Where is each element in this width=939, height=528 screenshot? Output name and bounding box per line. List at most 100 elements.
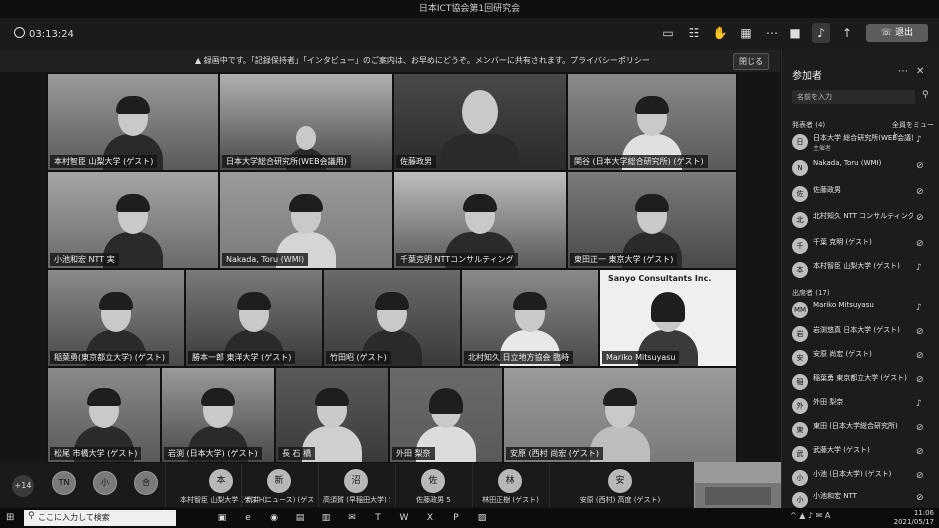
video-tile[interactable]: Sanyo Consultants Inc. Mariko Mitsuyasu: [599, 269, 737, 367]
participant-item[interactable]: 佐佐藤政男 ⊘: [792, 184, 932, 204]
participant-chip[interactable]: 合: [134, 471, 158, 495]
participant-tile-small[interactable]: 佐佐藤政男 5: [395, 463, 471, 507]
video-tile[interactable]: 関谷 (日本大学総合研究所) (ゲスト): [567, 73, 737, 171]
more-icon[interactable]: ⋯: [898, 66, 916, 77]
mic-icon[interactable]: ♪: [812, 23, 830, 43]
participants-icon[interactable]: ☷: [686, 25, 702, 41]
video-tile[interactable]: 本村智臣 山梨大学 (ゲスト): [47, 73, 219, 171]
participant-chip[interactable]: TN: [52, 471, 76, 495]
video-tile[interactable]: 外田 梨奈: [389, 367, 503, 463]
participant-tile-small[interactable]: 安安原 (西村) 高度 (ゲスト): [549, 463, 690, 507]
avatar: 安: [792, 350, 808, 366]
avatar: 北: [792, 212, 808, 228]
teams-icon[interactable]: T: [371, 511, 385, 525]
avatar: 稲: [792, 374, 808, 390]
avatar: 小: [792, 470, 808, 486]
participant-name: 日本大学 総合研究所(WEB会議): [813, 134, 913, 142]
taskbar-search-input[interactable]: ここに入力して検索: [24, 510, 176, 526]
windows-start-icon[interactable]: ⊞: [6, 512, 18, 524]
participant-chip[interactable]: 小: [93, 471, 117, 495]
participant-name: 武藤大学 (ゲスト): [813, 446, 870, 454]
participant-search-input[interactable]: 名前を入力: [792, 90, 915, 104]
participant-item[interactable]: N Nakada, Toru (WMI) ⊘: [792, 158, 932, 178]
participant-item[interactable]: 東東田 (日本大学総合研究所) ⊘: [792, 420, 932, 440]
add-person-icon[interactable]: ⚲: [922, 90, 929, 100]
edge-icon[interactable]: e: [241, 511, 255, 525]
participant-item[interactable]: 本本村智臣 山梨大学 (ゲスト) ♪: [792, 260, 932, 280]
participant-name: 外田 梨奈: [813, 398, 844, 406]
video-tile[interactable]: 安原 (西村 尚宏 (ゲスト): [503, 367, 737, 463]
video-tile[interactable]: 小池和宏 NTT 実: [47, 171, 219, 269]
photos-icon[interactable]: ▨: [475, 511, 489, 525]
attendees-section-header[interactable]: 出席者 (17): [792, 288, 830, 298]
mic-off-icon: ⊘: [916, 213, 924, 223]
participant-name: 北村知久 NTT コンサルティング: [813, 212, 913, 220]
tile-name: 岩渕 (日本大学) (ゲスト): [164, 447, 262, 460]
video-tile[interactable]: 北村知久 日立地方協会 臨時: [461, 269, 599, 367]
clock-time: 11:06: [913, 509, 934, 517]
chrome-icon[interactable]: ◉: [267, 511, 281, 525]
view-icon[interactable]: ▦: [738, 25, 754, 41]
video-tile[interactable]: 佐藤政男: [393, 73, 567, 171]
participant-tile-small[interactable]: 林林田正樹 (ゲスト): [472, 463, 548, 507]
video-tile[interactable]: Nakada, Toru (WMI): [219, 171, 393, 269]
participant-item[interactable]: 千千葉 克明 (ゲスト) ⊘: [792, 236, 932, 256]
participant-item[interactable]: 小小池 (日本大学) (ゲスト) ⊘: [792, 468, 932, 488]
raise-hand-icon[interactable]: ✋: [712, 25, 728, 41]
leave-label: 退出: [895, 28, 914, 38]
close-icon[interactable]: ✕: [916, 66, 932, 77]
more-icon[interactable]: ⋯: [764, 25, 780, 41]
avatar: 武: [792, 446, 808, 462]
avatar: 日: [792, 134, 808, 150]
participant-name: 東田 (日本大学総合研究所): [813, 422, 898, 430]
window-title: 日本ICT協会第1回研究会: [0, 0, 939, 18]
taskbar-clock[interactable]: 11:06 2021/05/17: [884, 509, 934, 527]
mic-icon: ♪: [916, 135, 922, 145]
video-tile[interactable]: 千葉克明 NTTコンサルティング: [393, 171, 567, 269]
video-tile[interactable]: 長 石 橋: [275, 367, 389, 463]
video-tile[interactable]: 日本大学総合研究所(WEB会議用): [219, 73, 393, 171]
self-view-video[interactable]: [694, 462, 782, 509]
participant-item[interactable]: 小小池和宏 NTT ⊘: [792, 490, 932, 510]
excel-icon[interactable]: X: [423, 511, 437, 525]
powerpoint-icon[interactable]: P: [449, 511, 463, 525]
mail-icon[interactable]: ✉: [345, 511, 359, 525]
more-participants-button[interactable]: +14: [12, 475, 34, 497]
avatar: 東: [792, 422, 808, 438]
presenters-section-header[interactable]: 発表者 (4): [792, 120, 825, 130]
video-tile[interactable]: 松尾 市橋大学 (ゲスト): [47, 367, 161, 463]
tile-name: 千葉克明 NTTコンサルティング: [396, 253, 518, 266]
participant-tile-small[interactable]: 新新井 (ニュース) (ゲスト): [241, 463, 317, 507]
avatar: 本: [792, 262, 808, 278]
task-view-icon[interactable]: ▣: [215, 511, 229, 525]
video-tile[interactable]: 岩渕 (日本大学) (ゲスト): [161, 367, 275, 463]
participant-item[interactable]: 外外田 梨奈 ♪: [792, 396, 932, 416]
participant-item[interactable]: 北北村知久 NTT コンサルティング ⊘: [792, 210, 932, 230]
timer-text: 03:13:24: [29, 29, 74, 40]
participant-video: [440, 90, 520, 170]
camera-icon[interactable]: ■: [786, 23, 804, 43]
explorer-icon[interactable]: ▤: [293, 511, 307, 525]
word-icon[interactable]: W: [397, 511, 411, 525]
participant-item[interactable]: 岩岩渕悠真 日本大学 (ゲスト) ⊘: [792, 324, 932, 344]
participant-item[interactable]: 稲稲葉勇 東京都立大学 (ゲスト) ⊘: [792, 372, 932, 392]
video-tile[interactable]: 東田正一 東京大学 (ゲスト): [567, 171, 737, 269]
leave-button[interactable]: ☏ 退出: [866, 24, 928, 42]
chat-icon[interactable]: ▭: [660, 25, 676, 41]
participant-tile-small[interactable]: 沼高須賀 (早稲田大学) 5: [318, 463, 394, 507]
share-icon[interactable]: ↑: [838, 23, 856, 43]
participant-item[interactable]: 日日本大学 総合研究所(WEB会議) 主催者 ♪: [792, 132, 932, 152]
participant-item[interactable]: MM Mariko Mitsuyasu ♪: [792, 300, 932, 320]
video-tile[interactable]: 稲葉勇(東京都立大学) (ゲスト): [47, 269, 185, 367]
participant-item[interactable]: 安安原 尚宏 (ゲスト) ⊘: [792, 348, 932, 368]
store-icon[interactable]: ▥: [319, 511, 333, 525]
avatar: 林: [498, 469, 522, 493]
mic-off-icon: ⊘: [916, 447, 924, 457]
video-tile[interactable]: 竹田昭 (ゲスト): [323, 269, 461, 367]
participant-name: 稲葉勇 東京都立大学 (ゲスト): [813, 374, 907, 382]
participant-item[interactable]: 武武藤大学 (ゲスト) ⊘: [792, 444, 932, 464]
video-tile[interactable]: 勝本一郎 東洋大学 (ゲスト): [185, 269, 323, 367]
banner-close-button[interactable]: 閉じる: [733, 53, 769, 70]
participant-name: 本村智臣 山梨大学 (ゲスト): [813, 262, 900, 270]
system-tray[interactable]: ^ ▲ ♪ ✉ A: [790, 511, 830, 520]
